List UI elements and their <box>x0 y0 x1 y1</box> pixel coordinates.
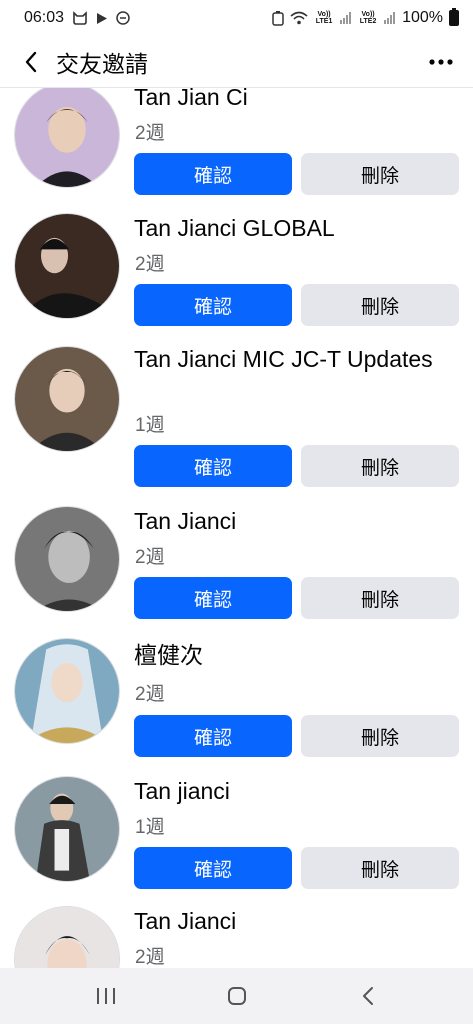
app-header: 交友邀請 <box>0 36 473 88</box>
system-nav-bar <box>0 968 473 1024</box>
minus-circle-icon <box>116 11 130 25</box>
delete-button[interactable]: 刪除 <box>301 715 459 757</box>
friend-request-list[interactable]: Tan Jian Ci 2週 確認 刪除 Tan Jianci GLOBAL 2… <box>0 88 473 968</box>
back-button[interactable] <box>16 42 46 82</box>
more-options-button[interactable] <box>423 42 459 82</box>
request-time: 2週 <box>135 123 165 144</box>
home-icon <box>227 987 246 1005</box>
delete-button[interactable]: 刪除 <box>301 847 459 889</box>
request-time: 1週 <box>135 817 165 838</box>
status-time: 06:03 <box>24 9 65 26</box>
request-name[interactable]: Tan Jianci <box>134 906 454 936</box>
system-back-button[interactable] <box>338 972 398 1020</box>
delete-button[interactable]: 刪除 <box>301 284 459 326</box>
home-button[interactable] <box>207 972 267 1020</box>
play-icon <box>96 12 108 25</box>
recent-apps-icon <box>96 988 115 1004</box>
request-time: 2週 <box>135 947 165 968</box>
avatar[interactable] <box>14 346 120 452</box>
request-time: 2週 <box>135 547 165 568</box>
delete-button[interactable]: 刪除 <box>301 445 459 487</box>
avatar[interactable] <box>14 506 120 612</box>
status-bar: 06:03 Vo)) LTE1 Vo)) LTE2 100% <box>0 0 473 36</box>
wifi-icon <box>290 11 308 25</box>
confirm-button[interactable]: 確認 <box>134 847 292 889</box>
battery-percent: 100% <box>402 9 443 26</box>
confirm-button[interactable]: 確認 <box>134 445 292 487</box>
recycle-icon <box>272 10 284 26</box>
avatar[interactable] <box>14 776 120 882</box>
battery-icon <box>449 8 459 26</box>
request-name[interactable]: 檀健次 <box>134 640 454 670</box>
avatar[interactable] <box>14 213 120 319</box>
request-time: 1週 <box>135 415 165 436</box>
page-title: 交友邀請 <box>56 50 148 77</box>
request-time: 2週 <box>135 254 165 275</box>
back-arrow-icon <box>25 51 37 72</box>
more-dots-icon <box>429 58 453 65</box>
avatar[interactable] <box>14 88 120 188</box>
request-time: 2週 <box>135 684 165 705</box>
signal-icon <box>384 12 396 24</box>
request-name[interactable]: Tan Jianci GLOBAL <box>134 213 454 243</box>
sim2-label: Vo)) LTE2 <box>359 11 377 25</box>
delete-button[interactable]: 刪除 <box>301 577 459 619</box>
request-name[interactable]: Tan Jianci MIC JC-T Updates <box>134 344 454 374</box>
avatar[interactable] <box>14 638 120 744</box>
request-name[interactable]: Tan jianci <box>134 776 454 806</box>
confirm-button[interactable]: 確認 <box>134 577 292 619</box>
request-name[interactable]: Tan Jianci <box>134 506 454 536</box>
recent-apps-button[interactable] <box>76 972 136 1020</box>
avatar[interactable] <box>14 906 120 968</box>
cat-icon <box>72 11 88 25</box>
confirm-button[interactable]: 確認 <box>134 284 292 326</box>
delete-button[interactable]: 刪除 <box>301 153 459 195</box>
back-icon <box>362 987 373 1005</box>
sim1-label: Vo)) LTE1 <box>315 11 333 25</box>
confirm-button[interactable]: 確認 <box>134 153 292 195</box>
confirm-button[interactable]: 確認 <box>134 715 292 757</box>
signal-icon <box>340 12 352 24</box>
request-name[interactable]: Tan Jian Ci <box>134 88 454 112</box>
